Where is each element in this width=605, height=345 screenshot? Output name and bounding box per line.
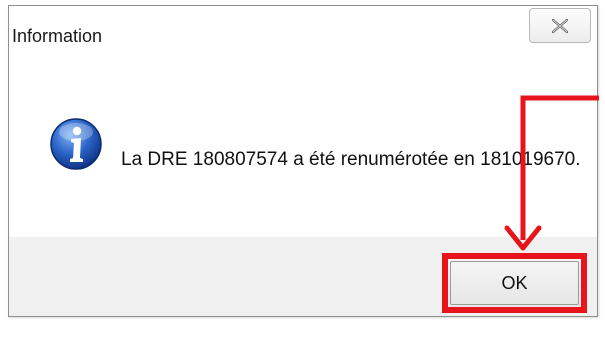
close-icon — [551, 18, 569, 34]
dialog-content: La DRE 180807574 a été renumérotée en 18… — [9, 64, 597, 237]
ok-button-label: OK — [501, 272, 528, 293]
ok-button[interactable]: OK — [442, 253, 587, 313]
close-button[interactable] — [529, 8, 591, 43]
dialog-footer: OK — [9, 237, 597, 316]
window-title: Information — [12, 26, 103, 46]
title-bar: Information — [9, 6, 597, 64]
dialog-message: La DRE 180807574 a été renumérotée en 18… — [121, 149, 581, 170]
information-dialog: Information La DRE 180807574 a été renum… — [8, 5, 598, 317]
info-icon — [50, 118, 102, 170]
